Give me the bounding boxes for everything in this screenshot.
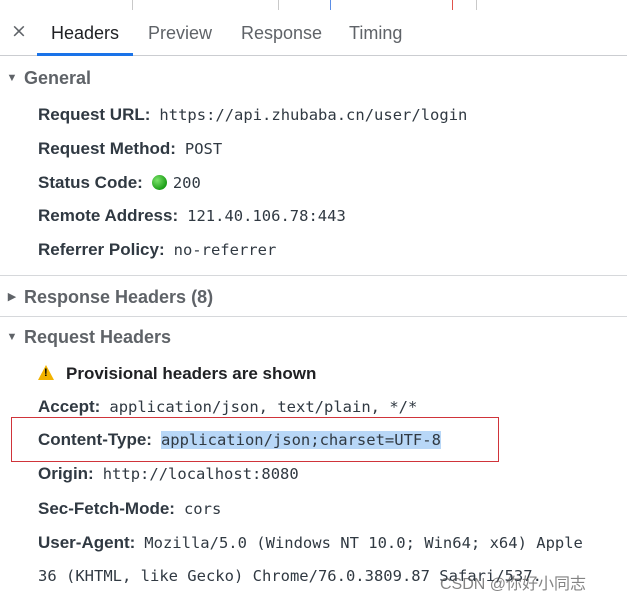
request-header-sec-fetch-mode: Sec-Fetch-Mode: cors — [38, 494, 221, 524]
warning-icon: ! — [38, 365, 54, 380]
request-header-origin: Origin: http://localhost:8080 — [38, 459, 299, 489]
section-divider — [0, 275, 627, 276]
provisional-warning: ! Provisional headers are shown — [38, 359, 316, 389]
status-ok-icon — [151, 175, 167, 190]
tab-headers[interactable]: Headers — [36, 10, 134, 56]
header-value: https://api.zhubaba.cn/user/login — [159, 106, 468, 124]
timeline-gridline — [278, 0, 279, 10]
warning-glyph: ! — [44, 367, 48, 379]
triangle-down-icon: ▼ — [6, 72, 18, 84]
tab-bar: × Headers Preview Response Timing — [0, 10, 627, 56]
header-value: 200 — [172, 174, 201, 192]
section-general-toggle[interactable]: ▼ General — [0, 63, 627, 93]
section-request-headers-title: Request Headers — [24, 327, 172, 347]
annotation-box — [11, 417, 499, 462]
header-key: Sec-Fetch-Mode: — [38, 499, 175, 518]
tab-timing[interactable]: Timing — [349, 10, 402, 55]
tab-response[interactable]: Response — [241, 10, 322, 55]
general-row-request-method: Request Method: POST — [38, 134, 222, 164]
tab-preview[interactable]: Preview — [148, 10, 212, 55]
header-value: Mozilla/5.0 (Windows NT 10.0; Win64; x64… — [144, 534, 583, 552]
header-key: Request URL: — [38, 105, 151, 124]
close-icon[interactable]: × — [9, 21, 29, 41]
header-key: Remote Address: — [38, 206, 179, 225]
header-value: POST — [184, 140, 223, 158]
header-value: no-referrer — [173, 241, 277, 259]
general-row-status-code: Status Code: 200 — [38, 168, 201, 198]
header-value: application/json, text/plain, */* — [109, 398, 418, 416]
general-row-remote-address: Remote Address: 121.40.106.78:443 — [38, 201, 346, 231]
timeline-marker-blue — [330, 0, 331, 10]
timeline-marker-red — [452, 0, 453, 10]
triangle-down-icon: ▼ — [6, 331, 18, 343]
header-key: Referrer Policy: — [38, 240, 165, 259]
timeline-gridline — [132, 0, 133, 10]
header-key: Request Method: — [38, 139, 176, 158]
section-response-headers-title: Response Headers (8) — [24, 287, 214, 307]
section-general-title: General — [24, 68, 92, 88]
header-key: Accept: — [38, 397, 101, 416]
header-key: User-Agent: — [38, 533, 136, 552]
watermark: CSDN @你好小同志 — [440, 576, 587, 593]
overflow-fade — [615, 536, 627, 554]
header-key: Origin: — [38, 464, 94, 483]
request-header-user-agent: User-Agent: Mozilla/5.0 (Windows NT 10.0;… — [38, 528, 583, 558]
triangle-right-icon: ▶ — [7, 291, 17, 303]
devtools-network-details: × Headers Preview Response Timing ▼ Gener… — [0, 0, 627, 601]
general-row-request-url: Request URL: https://api.zhubaba.cn/user/… — [38, 100, 467, 130]
header-key: Status Code: — [38, 173, 143, 192]
timeline-gridline — [476, 0, 477, 10]
timeline-strip — [0, 0, 627, 10]
header-value: cors — [183, 500, 222, 518]
general-row-referrer-policy: Referrer Policy: no-referrer — [38, 235, 276, 265]
warning-text: Provisional headers are shown — [66, 364, 317, 383]
header-value: http://localhost:8080 — [102, 465, 299, 483]
section-response-headers-toggle[interactable]: ▶ Response Headers (8) — [0, 282, 627, 312]
section-request-headers-toggle[interactable]: ▼ Request Headers — [0, 322, 627, 352]
section-divider — [0, 316, 627, 317]
header-value: 121.40.106.78:443 — [187, 207, 346, 225]
